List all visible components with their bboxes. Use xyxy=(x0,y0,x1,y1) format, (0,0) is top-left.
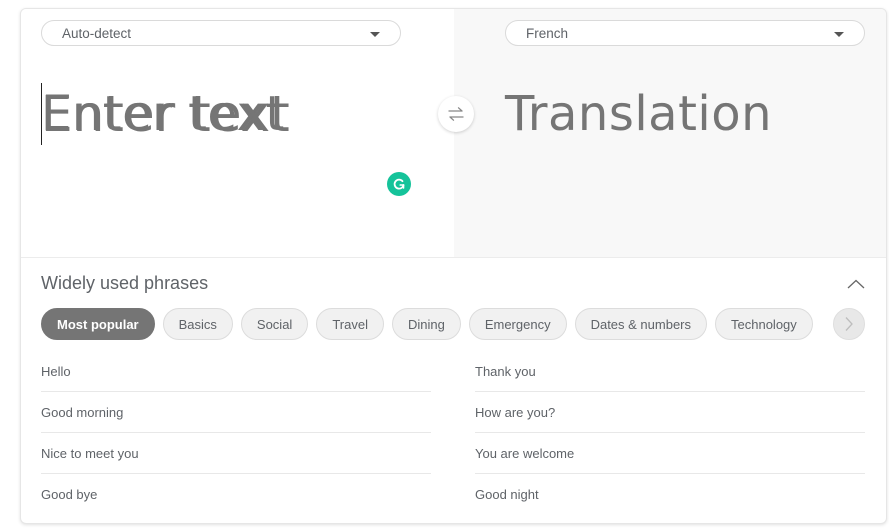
phrase-item[interactable]: Nice to meet you xyxy=(41,433,431,474)
phrase-item[interactable]: Good morning xyxy=(41,392,431,433)
translator-card: Auto-detect Enter text French Translatio… xyxy=(20,8,887,524)
phrase-item[interactable]: Thank you xyxy=(475,351,865,392)
phrase-list-left: Hello Good morning Nice to meet you Good… xyxy=(41,351,431,515)
source-language-select[interactable]: Auto-detect xyxy=(41,20,401,46)
phrase-item[interactable]: How are you? xyxy=(475,392,865,433)
caret-down-icon xyxy=(370,32,380,37)
phrase-item[interactable]: Good bye xyxy=(41,474,431,515)
tab-travel[interactable]: Travel xyxy=(316,308,384,340)
swap-arrows-icon xyxy=(448,107,464,121)
tab-social[interactable]: Social xyxy=(240,308,309,340)
swap-languages-button[interactable] xyxy=(438,96,474,132)
tab-basics[interactable]: Basics xyxy=(162,308,233,340)
phrase-item[interactable]: Good night xyxy=(475,474,865,515)
tab-technology[interactable]: Technology xyxy=(715,308,813,340)
tab-most-popular[interactable]: Most popular xyxy=(41,308,155,340)
caret-down-icon xyxy=(834,32,844,37)
chevron-up-icon xyxy=(847,279,865,289)
source-language-label: Auto-detect xyxy=(62,26,132,41)
next-categories-button[interactable] xyxy=(833,308,865,340)
chevron-right-icon xyxy=(845,317,853,331)
tab-dining[interactable]: Dining xyxy=(391,308,461,340)
target-language-select[interactable]: French xyxy=(505,20,865,46)
phrases-title: Widely used phrases xyxy=(41,273,209,293)
source-text-input[interactable] xyxy=(41,83,421,145)
divider xyxy=(21,257,886,258)
grammarly-icon[interactable] xyxy=(387,172,411,196)
phrase-item[interactable]: Hello xyxy=(41,351,431,392)
tab-emergency[interactable]: Emergency xyxy=(468,308,567,340)
source-pane: Auto-detect Enter text xyxy=(21,9,454,257)
tab-dates-numbers[interactable]: Dates & numbers xyxy=(574,308,708,340)
phrase-category-tabs: Most popular Basics Social Travel Dining… xyxy=(41,308,813,340)
phrase-list-right: Thank you How are you? You are welcome G… xyxy=(475,351,865,515)
translation-output: Translation xyxy=(505,86,773,142)
collapse-phrases-button[interactable] xyxy=(845,275,867,293)
phrase-item[interactable]: You are welcome xyxy=(475,433,865,474)
target-language-label: French xyxy=(526,26,569,41)
